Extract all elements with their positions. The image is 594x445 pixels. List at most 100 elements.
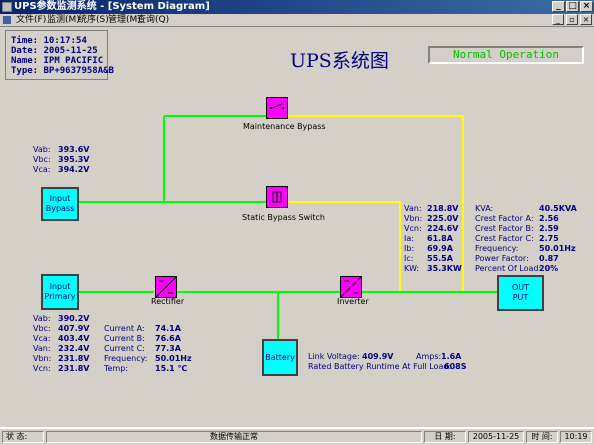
out-vbn-value: 225.0V: [427, 214, 459, 223]
crest-b-label: Crest Factor B:: [475, 224, 534, 233]
info-type: Type: BP+9637958A&B: [11, 66, 114, 76]
switch-icon: [270, 103, 284, 109]
runtime-label: Rated Battery Runtime At Full Load:: [308, 362, 452, 371]
inverter-caption: Inverter: [337, 297, 369, 306]
bypass-voltage-values: 393.6V 395.3V 394.2V: [58, 145, 90, 175]
status-label: 状 态:: [2, 431, 44, 443]
power-factor-label: Power Factor:: [475, 254, 529, 263]
system-info-box: Time: 10:17:54 Date: 2005-11-25 Name: IP…: [5, 30, 114, 80]
out-ic-value: 55.5A: [427, 254, 453, 263]
temp-value: 15.1 ℃: [155, 364, 188, 373]
output-stats-labels: KVA: Crest Factor A: Crest Factor B: Cre…: [475, 204, 541, 274]
out-ia-label: Ia:: [404, 234, 414, 243]
current-b-label: Current B:: [104, 334, 145, 343]
frequency-label: Frequency:: [104, 354, 148, 363]
switch-icon: [272, 191, 282, 203]
date-label: 日 期:: [424, 431, 466, 443]
out-vcn-label: Vcn:: [404, 224, 422, 233]
output-phase-values: 218.8V 225.0V 224.6V 61.8A 69.9A 55.5A 3…: [427, 204, 462, 274]
out-frequency-value: 50.01Hz: [539, 244, 576, 253]
out-vcn-value: 224.6V: [427, 224, 459, 233]
battery-block[interactable]: Battery: [262, 339, 298, 376]
primary-vab-label: Vab:: [33, 314, 51, 323]
kva-value: 40.5KVA: [539, 204, 577, 213]
crest-a-label: Crest Factor A:: [475, 214, 534, 223]
primary-van-value: 232.4V: [58, 344, 90, 353]
rectifier-block[interactable]: [155, 276, 177, 298]
current-b-value: 76.6A: [155, 334, 181, 343]
primary-current-labels: Current A: Current B: Current C: Frequen…: [104, 324, 147, 374]
info-date: Date: 2005-11-25: [11, 46, 98, 56]
static-bypass-switch[interactable]: [266, 186, 288, 208]
status-bar: 状 态: 数据传输正常 日 期: 2005-11-25 时 间: 10:19: [0, 428, 594, 445]
input-primary-block[interactable]: Input Primary: [41, 274, 79, 310]
primary-vca-value: 403.4V: [58, 334, 90, 343]
out-vbn-label: Vbn:: [404, 214, 423, 223]
primary-voltage-labels: Vab: Vbc: Vca: Van: Vbn: Vcn:: [33, 314, 51, 374]
out-ib-value: 69.9A: [427, 244, 453, 253]
link-voltage-label: Link Voltage:: [308, 352, 360, 361]
out-ic-label: Ic:: [404, 254, 414, 263]
status-text: 数据传输正常: [46, 431, 422, 443]
bypass-vab-value: 393.6V: [58, 145, 90, 154]
output-block[interactable]: OUT PUT: [497, 275, 544, 311]
rectifier-icon: [155, 276, 177, 298]
date-value: 2005-11-25: [468, 431, 524, 443]
crest-a-value: 2.56: [539, 214, 559, 223]
kva-label: KVA:: [475, 204, 494, 213]
maintenance-bypass-switch[interactable]: [266, 97, 288, 119]
current-a-value: 74.1A: [155, 324, 181, 333]
primary-van-label: Van:: [33, 344, 51, 353]
time-label: 时 间:: [526, 431, 558, 443]
amps-label: Amps:: [416, 352, 442, 361]
output-stats-values: 40.5KVA 2.56 2.59 2.75 50.01Hz 0.87 20%: [539, 204, 577, 274]
operation-status: Normal Operation: [428, 46, 584, 64]
primary-vab-value: 390.2V: [58, 314, 90, 323]
input-bypass-block[interactable]: Input Bypass: [41, 187, 79, 221]
primary-vbn-label: Vbn:: [33, 354, 52, 363]
crest-c-value: 2.75: [539, 234, 559, 243]
out-van-label: Van:: [404, 204, 422, 213]
link-voltage-value: 409.9V: [362, 352, 394, 361]
primary-vca-label: Vca:: [33, 334, 51, 343]
out-ib-label: Ib:: [404, 244, 415, 253]
current-a-label: Current A:: [104, 324, 145, 333]
bypass-vca-value: 394.2V: [58, 165, 90, 174]
percent-load-value: 20%: [539, 264, 559, 273]
bypass-vca-label: Vca:: [33, 165, 51, 174]
inverter-icon: [340, 276, 362, 298]
out-van-value: 218.8V: [427, 204, 459, 213]
out-kw-label: KW:: [404, 264, 420, 273]
current-c-value: 77.3A: [155, 344, 181, 353]
rectifier-caption: Rectifier: [151, 297, 185, 306]
temp-label: Temp:: [104, 364, 129, 373]
crest-c-label: Crest Factor C:: [475, 234, 534, 243]
output-phase-labels: Van: Vbn: Vcn: Ia: Ib: Ic: KW:: [404, 204, 422, 274]
time-value: 10:19: [560, 431, 592, 443]
amps-value: 1.6A: [441, 352, 462, 361]
primary-vbc-label: Vbc:: [33, 324, 51, 333]
static-bypass-caption: Static Bypass Switch: [242, 213, 325, 222]
power-factor-value: 0.87: [539, 254, 559, 263]
runtime-value: 608S: [444, 362, 467, 371]
primary-current-values: 74.1A 76.6A 77.3A 50.01Hz 15.1 ℃: [155, 324, 192, 374]
primary-voltage-values: 390.2V 407.9V 403.4V 232.4V 231.8V 231.8…: [58, 314, 90, 374]
inverter-block[interactable]: [340, 276, 362, 298]
out-kw-value: 35.3KW: [427, 264, 462, 273]
diagram-title: UPS系统图: [290, 50, 389, 72]
primary-vbn-value: 231.8V: [58, 354, 90, 363]
out-ia-value: 61.8A: [427, 234, 453, 243]
primary-vcn-value: 231.8V: [58, 364, 90, 373]
frequency-value: 50.01Hz: [155, 354, 192, 363]
info-time: Time: 10:17:54: [11, 36, 87, 46]
percent-load-label: Percent Of Load:: [475, 264, 542, 273]
primary-vbc-value: 407.9V: [58, 324, 90, 333]
primary-vcn-label: Vcn:: [33, 364, 51, 373]
info-name: Name: IPM PACIFIC: [11, 56, 104, 66]
out-frequency-label: Frequency:: [475, 244, 519, 253]
bypass-vab-label: Vab:: [33, 145, 51, 154]
bypass-voltage-labels: Vab: Vbc: Vca:: [33, 145, 51, 175]
maintenance-bypass-caption: Maintenance Bypass: [243, 122, 326, 131]
bypass-vbc-label: Vbc:: [33, 155, 51, 164]
crest-b-value: 2.59: [539, 224, 559, 233]
